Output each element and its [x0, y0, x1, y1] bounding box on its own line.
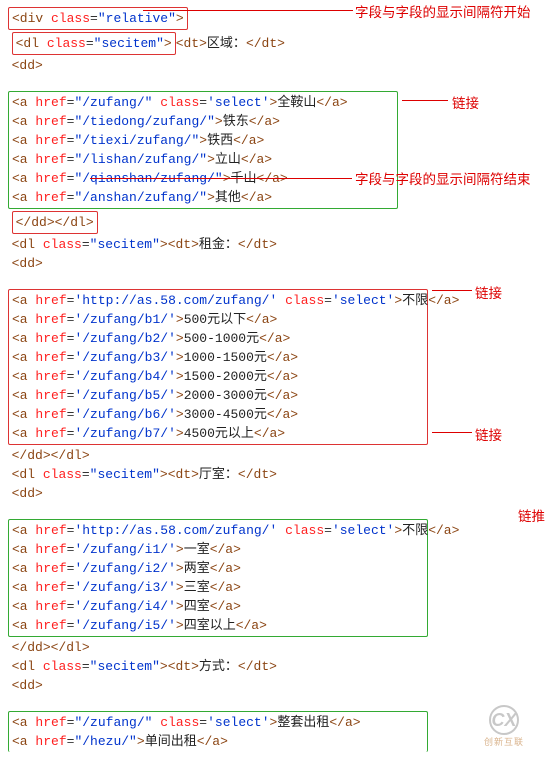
code-link-line: <a href='/zufang/i3/'>三室</a>: [12, 578, 424, 597]
code-link-line: <a href='/zufang/i1/'>一室</a>: [12, 540, 424, 559]
code-link-line: <a href="/hezu/">单间出租</a>: [12, 732, 424, 751]
code-link-line: <a href='http://as.58.com/zufang/' class…: [12, 521, 424, 540]
code-link-line: <a href="/tiexi/zufang/">铁西</a>: [12, 131, 394, 150]
annot-link-2: 链接: [475, 282, 502, 302]
code-snapshot: <div class="relative"> <dl class="secite…: [0, 0, 549, 759]
leader-sep-start: [143, 10, 353, 11]
code-link-line: <a href="/lishan/zufang/">立山</a>: [12, 150, 394, 169]
code-link-line: <a href='/zufang/b2/'>500-1000元</a>: [12, 329, 424, 348]
code-link-line: <a href='/zufang/b1/'>500元以下</a>: [12, 310, 424, 329]
leader-link-1: [402, 100, 448, 101]
code-link-line: <a href='/zufang/b6/'>3000-4500元</a>: [12, 405, 424, 424]
code-link-line: <a href='/zufang/b7/'>4500元以上</a>: [12, 424, 424, 443]
annot-link-3: 链接: [475, 424, 502, 444]
dt4-label: 方式：: [199, 659, 238, 674]
links-block-2: <a href='http://as.58.com/zufang/' class…: [8, 289, 428, 445]
links-block-3: <a href='http://as.58.com/zufang/' class…: [8, 519, 428, 637]
leader-link-3: [432, 432, 472, 433]
code-link-line: <a href="/tiedong/zufang/">铁东</a>: [12, 112, 394, 131]
annot-sep-end: 字段与字段的显示间隔符结束: [355, 168, 531, 188]
links-block-1: <a href="/zufang/" class='select'>全鞍山</a…: [8, 91, 398, 209]
code-link-line: <a href='/zufang/b5/'>2000-3000元</a>: [12, 386, 424, 405]
annot-sep-start: 字段与字段的显示间隔符开始: [355, 1, 531, 21]
code-link-line: <a href='/zufang/i4/'>四室</a>: [12, 597, 424, 616]
code-link-line: <a href='/zufang/b4/'>1500-2000元</a>: [12, 367, 424, 386]
dt2-label: 租金：: [199, 237, 238, 252]
dt3-label: 厅室：: [199, 467, 238, 482]
leader-link-2: [432, 290, 472, 291]
code-link-line: <a href='/zufang/b3/'>1000-1500元</a>: [12, 348, 424, 367]
links-block-4: <a href="/zufang/" class='select'>整套出租</…: [8, 711, 428, 752]
code-link-line: <a href='/zufang/i2/'>两室</a>: [12, 559, 424, 578]
code-link-line: <a href="/zufang/" class='select'>整套出租</…: [12, 713, 424, 732]
highlight-dl1-open: <dl class="secitem">: [12, 32, 176, 55]
code-link-line: <a href='http://as.58.com/zufang/' class…: [12, 291, 424, 310]
code-area: <div class="relative"> <dl class="secite…: [2, 2, 547, 757]
dt1-label: 区域：: [207, 36, 246, 51]
highlight-dd-dl-close-1: </dd></dl>: [12, 211, 98, 234]
annot-link-1: 链接: [452, 92, 479, 112]
annot-link-4: 链推: [518, 505, 545, 525]
code-link-line: <a href='/zufang/i5/'>四室以上</a>: [12, 616, 424, 635]
code-link-line: <a href="/zufang/" class='select'>全鞍山</a…: [12, 93, 394, 112]
leader-sep-end: [90, 178, 352, 179]
code-link-line: <a href="/anshan/zufang/">其他</a>: [12, 188, 394, 207]
